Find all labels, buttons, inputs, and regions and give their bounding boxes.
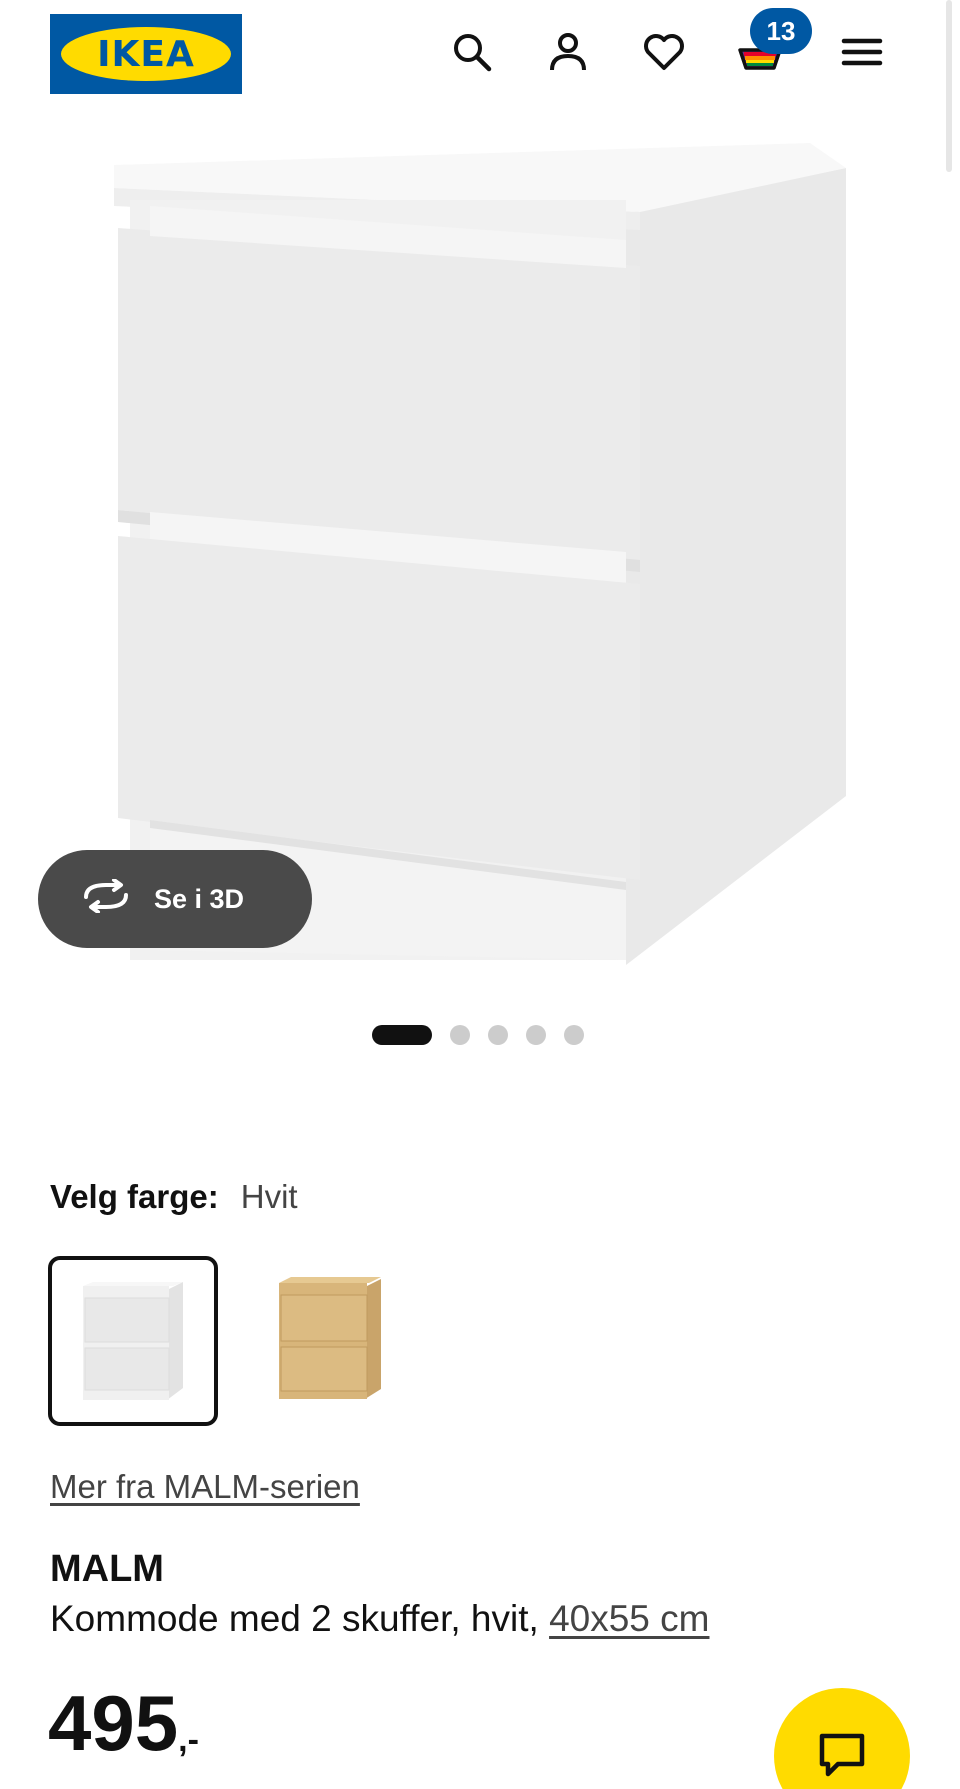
chat-button[interactable] (774, 1688, 910, 1789)
see-in-3d-label: Se i 3D (154, 883, 245, 914)
product-description: Kommode med 2 skuffer, hvit, 40x55 cm (50, 1598, 709, 1640)
logo-text: IKEA (97, 33, 195, 75)
search-icon[interactable] (448, 28, 496, 76)
account-icon[interactable] (544, 28, 592, 76)
product-page: IKEA 13 Se i 3D Velg farge: Hvit Mer fra… (0, 0, 960, 1789)
cart-count-badge[interactable]: 13 (750, 8, 812, 54)
carousel-dot[interactable] (372, 1025, 432, 1045)
logo-oval: IKEA (61, 27, 231, 81)
ikea-logo[interactable]: IKEA (50, 14, 242, 94)
price: 495 ,- (48, 1678, 199, 1768)
heart-icon[interactable] (640, 28, 688, 76)
color-swatch-white[interactable] (48, 1256, 218, 1426)
carousel-dot[interactable] (488, 1025, 508, 1045)
carousel-dot[interactable] (450, 1025, 470, 1045)
carousel-dot[interactable] (564, 1025, 584, 1045)
carousel-dots (372, 1024, 584, 1046)
chat-icon (818, 1732, 866, 1783)
rotate-3d-icon (80, 877, 132, 920)
carousel-dot[interactable] (526, 1025, 546, 1045)
color-value: Hvit (240, 1178, 298, 1215)
color-swatch-oak[interactable] (244, 1256, 414, 1426)
product-name: MALM (50, 1548, 164, 1590)
description-text: Kommode med 2 skuffer, hvit, (50, 1598, 539, 1639)
series-link[interactable]: Mer fra MALM-serien (50, 1468, 360, 1506)
menu-icon[interactable] (838, 28, 886, 76)
see-in-3d-button[interactable]: Se i 3D (38, 850, 312, 948)
size-link[interactable]: 40x55 cm (549, 1598, 709, 1639)
color-selector-label: Velg farge: Hvit (50, 1178, 298, 1216)
color-label: Velg farge: (50, 1178, 219, 1215)
price-suffix: ,- (178, 1721, 199, 1759)
header: IKEA 13 (0, 0, 960, 110)
price-value: 495 (48, 1679, 179, 1767)
